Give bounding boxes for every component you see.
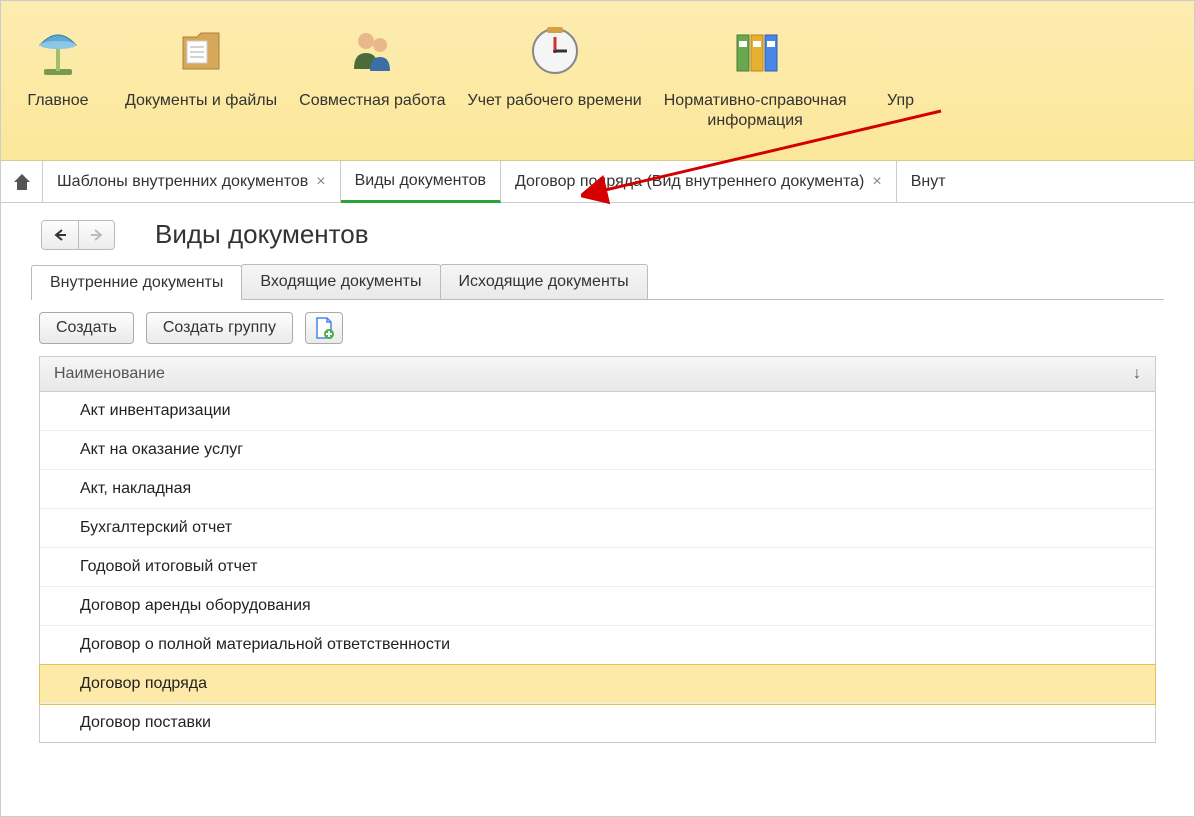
create-button[interactable]: Создать xyxy=(39,312,134,344)
table-row[interactable]: Договор о полной материальной ответствен… xyxy=(40,626,1155,665)
inner-tabs: Внутренние документы Входящие документы … xyxy=(31,264,1164,300)
table-row[interactable]: Договор аренды оборудования xyxy=(40,587,1155,626)
button-label: Создать группу xyxy=(163,319,276,337)
arrow-left-icon xyxy=(52,228,68,242)
table-row[interactable]: Годовой итоговый отчет xyxy=(40,548,1155,587)
tab-label: Шаблоны внутренних документов xyxy=(57,173,308,191)
ribbon-item-docs[interactable]: Документы и файлы xyxy=(125,19,277,111)
nav-buttons xyxy=(41,220,115,250)
tab-label: Внут xyxy=(911,173,946,191)
ribbon-label: Нормативно-справочная информация xyxy=(664,91,847,131)
page-header: Виды документов xyxy=(1,203,1194,264)
inner-tab-label: Исходящие документы xyxy=(459,273,629,290)
ribbon-item-collab[interactable]: Совместная работа xyxy=(299,19,445,111)
inner-tab-label: Внутренние документы xyxy=(50,274,223,291)
home-button[interactable] xyxy=(1,161,43,202)
tab-cut[interactable]: Внут xyxy=(897,161,960,202)
table-row[interactable]: Акт на оказание услуг xyxy=(40,431,1155,470)
ribbon-item-time[interactable]: Учет рабочего времени xyxy=(468,19,642,111)
lamp-icon xyxy=(26,19,90,83)
arrow-right-icon xyxy=(89,228,105,242)
table-row[interactable]: Бухгалтерский отчет xyxy=(40,509,1155,548)
create-from-file-button[interactable] xyxy=(305,312,343,344)
page-title: Виды документов xyxy=(155,219,369,250)
create-group-button[interactable]: Создать группу xyxy=(146,312,293,344)
inner-tab-incoming[interactable]: Входящие документы xyxy=(241,264,440,299)
ribbon-label: Учет рабочего времени xyxy=(468,91,642,111)
table-row[interactable]: Акт инвентаризации xyxy=(40,392,1155,431)
clock-icon xyxy=(523,19,587,83)
tab-label: Виды документов xyxy=(355,172,486,190)
tab-contract[interactable]: Договор подряда (Вид внутреннего докумен… xyxy=(501,161,897,202)
inner-tab-label: Входящие документы xyxy=(260,273,421,290)
close-icon[interactable]: × xyxy=(316,173,325,191)
ribbon: Главное Документы и файлы xyxy=(1,1,1194,161)
ribbon-label: Совместная работа xyxy=(299,91,445,111)
inner-tab-internal[interactable]: Внутренние документы xyxy=(31,265,242,300)
file-plus-icon xyxy=(314,317,334,339)
ribbon-label: Упр xyxy=(887,91,914,111)
inner-tab-outgoing[interactable]: Исходящие документы xyxy=(440,264,648,299)
tab-label: Договор подряда (Вид внутреннего докумен… xyxy=(515,173,864,191)
people-icon xyxy=(340,19,404,83)
sort-arrow-icon: ↓ xyxy=(1133,365,1141,383)
ribbon-item-reference[interactable]: Нормативно-справочная информация xyxy=(664,19,847,131)
binders-icon xyxy=(723,19,787,83)
tab-templates[interactable]: Шаблоны внутренних документов × xyxy=(43,161,341,202)
tab-doc-types[interactable]: Виды документов xyxy=(341,161,501,203)
table-row[interactable]: Договор подряда xyxy=(40,665,1155,704)
ribbon-label: Документы и файлы xyxy=(125,91,277,111)
home-icon xyxy=(12,172,32,192)
blank-icon xyxy=(869,19,933,83)
toolbar: Создать Создать группу xyxy=(1,300,1194,356)
ribbon-item-main[interactable]: Главное xyxy=(13,19,103,111)
table-row[interactable]: Акт, накладная xyxy=(40,470,1155,509)
table-row[interactable]: Договор поставки xyxy=(40,704,1155,742)
close-icon[interactable]: × xyxy=(872,173,881,191)
table-header[interactable]: Наименование ↓ xyxy=(40,357,1155,392)
column-header: Наименование xyxy=(54,365,165,383)
ribbon-item-cut[interactable]: Упр xyxy=(869,19,933,111)
ribbon-label: Главное xyxy=(27,91,88,111)
forward-button[interactable] xyxy=(78,221,114,249)
window-tabs: Шаблоны внутренних документов × Виды док… xyxy=(1,161,1194,203)
button-label: Создать xyxy=(56,319,117,337)
doc-types-table: Наименование ↓ Акт инвентаризацииАкт на … xyxy=(39,356,1156,743)
folder-icon xyxy=(169,19,233,83)
back-button[interactable] xyxy=(42,221,78,249)
